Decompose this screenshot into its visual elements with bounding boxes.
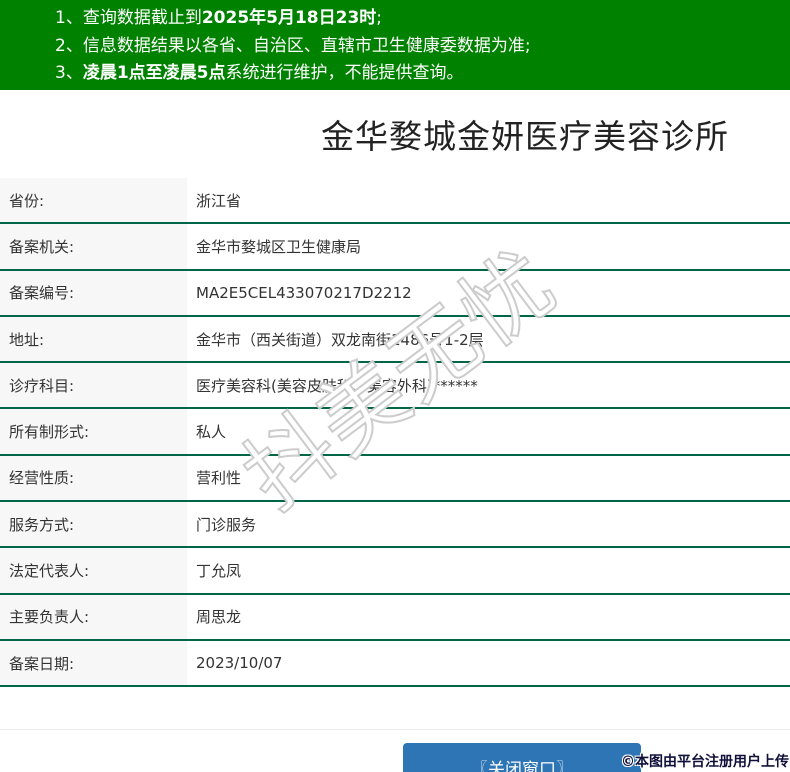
row-value: 丁允凤	[196, 562, 242, 581]
table-row-province: 省份: 浙江省	[0, 178, 790, 225]
table-row-main-person-in-charge: 主要负责人: 周思龙	[0, 594, 790, 641]
row-label: 所有制形式:	[0, 409, 187, 454]
close-window-button[interactable]: 〖关闭窗口〗	[403, 743, 641, 772]
row-label: 备案机关:	[0, 224, 187, 269]
row-label: 服务方式:	[0, 502, 187, 547]
row-label: 备案日期:	[0, 640, 187, 686]
row-value: 金华市婺城区卫生健康局	[196, 237, 362, 256]
row-value: 2023/10/07	[196, 654, 283, 673]
row-label: 地址:	[0, 316, 187, 362]
row-value: 私人	[196, 423, 227, 442]
table-row-filing-number: 备案编号: MA2E5CEL433070217D2212	[0, 270, 790, 317]
row-label: 主要负责人:	[0, 594, 187, 639]
query-result-page: 1、查询数据截止到2025年5月18日23时; 2、信息数据结果以各省、自治区、…	[0, 0, 790, 772]
bottom-divider	[0, 729, 790, 730]
row-value: 医疗美容科(美容皮肤科、美容外科)******	[196, 376, 478, 395]
notice-bold-text: 2025年5月18日23时	[201, 8, 377, 28]
notice-line-1: 1、查询数据截止到2025年5月18日23时;	[55, 5, 780, 33]
table-row-operation-nature: 经营性质: 营利性	[0, 455, 790, 503]
table-row-ownership-form: 所有制形式: 私人	[0, 409, 790, 456]
table-row-treatment-subjects: 诊疗科目: 医疗美容科(美容皮肤科、美容外科)******	[0, 363, 790, 410]
record-info-table: 省份: 浙江省 备案机关: 金华市婺城区卫生健康局 备案编号: MA2E5CEL…	[0, 178, 790, 688]
table-row-legal-representative: 法定代表人: 丁允凤	[0, 548, 790, 595]
notice-text: 3、	[55, 63, 83, 83]
notice-text: 1、查询数据截止到	[55, 8, 202, 28]
table-row-service-mode: 服务方式: 门诊服务	[0, 502, 790, 549]
row-label: 省份:	[0, 178, 187, 223]
row-value: 门诊服务	[196, 515, 257, 534]
credit-watermark: ©本图由平台注册用户上传	[621, 754, 789, 770]
notice-text: ;	[376, 8, 383, 28]
notice-banner: 1、查询数据截止到2025年5月18日23时; 2、信息数据结果以各省、自治区、…	[0, 0, 790, 90]
notice-text: 2、信息数据结果以各省、自治区、直辖市卫生健康委数据为准;	[55, 35, 531, 56]
row-value: 金华市（西关街道）双龙南街1486号1-2层	[196, 330, 484, 349]
row-value: 营利性	[196, 469, 242, 488]
table-row-address: 地址: 金华市（西关街道）双龙南街1486号1-2层	[0, 316, 790, 364]
notice-bold-text: 凌晨1点至凌晨5点	[82, 63, 226, 83]
title-row: 金华婺城金妍医疗美容诊所	[0, 90, 790, 178]
notice-line-2: 2、信息数据结果以各省、自治区、直辖市卫生健康委数据为准;	[55, 33, 780, 61]
notice-line-3: 3、凌晨1点至凌晨5点系统进行维护，不能提供查询。	[55, 60, 780, 88]
row-label: 经营性质:	[0, 455, 187, 501]
row-label: 诊疗科目:	[0, 363, 187, 408]
page-title: 金华婺城金妍医疗美容诊所	[321, 117, 729, 156]
table-row-filing-authority: 备案机关: 金华市婺城区卫生健康局	[0, 224, 790, 271]
row-label: 法定代表人:	[0, 548, 187, 593]
notice-text: 系统进行维护，不能提供查询。	[225, 63, 464, 83]
table-row-filing-date: 备案日期: 2023/10/07	[0, 640, 790, 688]
row-value: 浙江省	[196, 191, 242, 210]
row-value: 周思龙	[196, 608, 242, 627]
row-label: 备案编号:	[0, 270, 187, 315]
row-value: MA2E5CEL433070217D2212	[196, 283, 412, 302]
